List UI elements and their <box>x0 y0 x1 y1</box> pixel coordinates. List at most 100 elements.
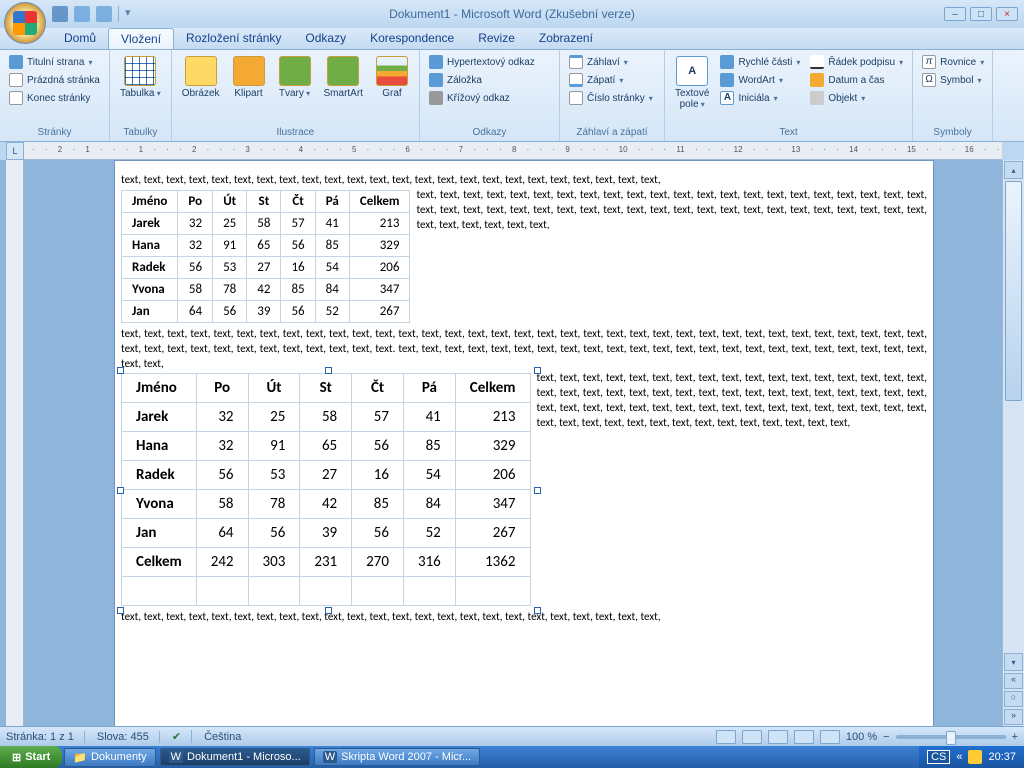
table-row[interactable]: Celkem2423032312703161362 <box>122 548 531 577</box>
table-cell[interactable]: 56 <box>281 300 315 322</box>
table-cell[interactable]: 32 <box>196 403 248 432</box>
zoom-in-button[interactable]: + <box>1012 731 1018 743</box>
draft-view-button[interactable] <box>820 730 840 744</box>
table-cell[interactable] <box>248 577 300 606</box>
table-cell[interactable] <box>455 577 530 606</box>
table-cell[interactable]: 57 <box>281 212 315 234</box>
table-cell[interactable]: 91 <box>248 432 300 461</box>
clipart-button[interactable]: Klipart <box>228 54 270 101</box>
table-cell[interactable] <box>196 577 248 606</box>
table-cell[interactable]: 32 <box>178 234 213 256</box>
table-cell[interactable] <box>122 577 197 606</box>
resize-handle-icon[interactable] <box>117 607 124 614</box>
footer-button[interactable]: Zápatí <box>566 72 656 88</box>
table-cell[interactable] <box>300 577 352 606</box>
table-cell[interactable]: 53 <box>213 256 247 278</box>
table-cell[interactable]: 41 <box>315 212 349 234</box>
table-cell[interactable]: 56 <box>352 432 404 461</box>
table-cell[interactable]: 65 <box>300 432 352 461</box>
table-cell[interactable]: 56 <box>196 461 248 490</box>
resize-handle-icon[interactable] <box>534 607 541 614</box>
blank-page-button[interactable]: Prázdná stránka <box>6 72 103 88</box>
undo-icon[interactable] <box>74 6 90 22</box>
language-indicator[interactable]: CS <box>927 750 950 764</box>
fullscreen-view-button[interactable] <box>742 730 762 744</box>
table-cell[interactable]: 84 <box>403 490 455 519</box>
table-cell[interactable]: 56 <box>281 234 315 256</box>
table-cell[interactable]: 25 <box>248 403 300 432</box>
symbol-button[interactable]: ΩSymbol <box>919 72 987 88</box>
tray-app-icon[interactable] <box>968 750 982 764</box>
table-cell[interactable]: 64 <box>196 519 248 548</box>
table-cell[interactable]: 52 <box>403 519 455 548</box>
smartart-button[interactable]: SmartArt <box>320 54 367 101</box>
datetime-button[interactable]: Datum a čas <box>807 72 906 88</box>
table-cell[interactable]: 84 <box>315 278 349 300</box>
vertical-scrollbar[interactable]: ▴ ▾ « ○ » <box>1002 160 1024 726</box>
prev-page-icon[interactable]: « <box>1004 673 1023 689</box>
table-cell[interactable]: 267 <box>349 300 410 322</box>
table-cell[interactable]: 206 <box>455 461 530 490</box>
table-cell[interactable]: 242 <box>196 548 248 577</box>
table-cell[interactable]: 270 <box>352 548 404 577</box>
table-cell[interactable] <box>403 577 455 606</box>
tab-home[interactable]: Domů <box>52 28 108 49</box>
next-page-icon[interactable]: » <box>1004 709 1023 725</box>
table-cell[interactable]: 57 <box>352 403 404 432</box>
table-cell[interactable]: 85 <box>281 278 315 300</box>
table-cell[interactable]: 329 <box>455 432 530 461</box>
pagenum-button[interactable]: Číslo stránky <box>566 90 656 106</box>
textbox-button[interactable]: ATextové pole <box>671 54 713 112</box>
scroll-down-icon[interactable]: ▾ <box>1004 653 1023 671</box>
tab-insert[interactable]: Vložení <box>108 28 174 49</box>
table-row[interactable]: Radek5653271654206 <box>122 256 410 278</box>
zoom-level[interactable]: 100 % <box>846 731 877 743</box>
table-cell[interactable]: 206 <box>349 256 410 278</box>
table-cell[interactable]: 39 <box>247 300 281 322</box>
table-cell[interactable]: 41 <box>403 403 455 432</box>
resize-handle-icon[interactable] <box>325 367 332 374</box>
table-cell[interactable]: 52 <box>315 300 349 322</box>
table-cell[interactable] <box>352 577 404 606</box>
table-cell[interactable]: 42 <box>300 490 352 519</box>
crossref-button[interactable]: Křížový odkaz <box>426 90 538 106</box>
table-cell[interactable]: Hana <box>122 234 178 256</box>
table-cell[interactable]: 85 <box>315 234 349 256</box>
taskbar-item-word[interactable]: WSkripta Word 2007 - Micr... <box>314 748 480 766</box>
horizontal-ruler[interactable] <box>24 142 1002 160</box>
save-icon[interactable] <box>52 6 68 22</box>
table-cell[interactable]: 56 <box>178 256 213 278</box>
table-cell[interactable]: 85 <box>403 432 455 461</box>
table-cell[interactable]: 58 <box>196 490 248 519</box>
tab-references[interactable]: Odkazy <box>293 28 358 49</box>
scroll-up-icon[interactable]: ▴ <box>1004 161 1023 179</box>
status-words[interactable]: Slova: 455 <box>97 731 160 743</box>
table-cell[interactable]: 56 <box>248 519 300 548</box>
cover-page-button[interactable]: Titulní strana <box>6 54 103 70</box>
resize-handle-icon[interactable] <box>325 607 332 614</box>
tab-review[interactable]: Revize <box>466 28 527 49</box>
table-cell[interactable]: Jan <box>122 300 178 322</box>
picture-button[interactable]: Obrázek <box>178 54 224 101</box>
table-cell[interactable]: 213 <box>349 212 410 234</box>
zoom-slider[interactable] <box>896 735 1006 739</box>
table-cell[interactable]: 27 <box>300 461 352 490</box>
table-cell[interactable]: 91 <box>213 234 247 256</box>
table-cell[interactable]: Jarek <box>122 212 178 234</box>
outline-view-button[interactable] <box>794 730 814 744</box>
clock[interactable]: 20:37 <box>988 751 1016 763</box>
table-cell[interactable]: 32 <box>196 432 248 461</box>
header-button[interactable]: Záhlaví <box>566 54 656 70</box>
object-button[interactable]: Objekt <box>807 90 906 106</box>
resize-handle-icon[interactable] <box>117 487 124 494</box>
table-button[interactable]: Tabulka <box>116 54 165 101</box>
table-cell[interactable]: 65 <box>247 234 281 256</box>
quickparts-button[interactable]: Rychlé části <box>717 54 803 70</box>
table-cell[interactable]: 42 <box>247 278 281 300</box>
table-cell[interactable]: 54 <box>403 461 455 490</box>
sigline-button[interactable]: Řádek podpisu <box>807 54 906 70</box>
table-cell[interactable]: 58 <box>300 403 352 432</box>
close-button[interactable]: × <box>996 7 1018 21</box>
table-cell[interactable]: 213 <box>455 403 530 432</box>
table-cell[interactable]: 25 <box>213 212 247 234</box>
